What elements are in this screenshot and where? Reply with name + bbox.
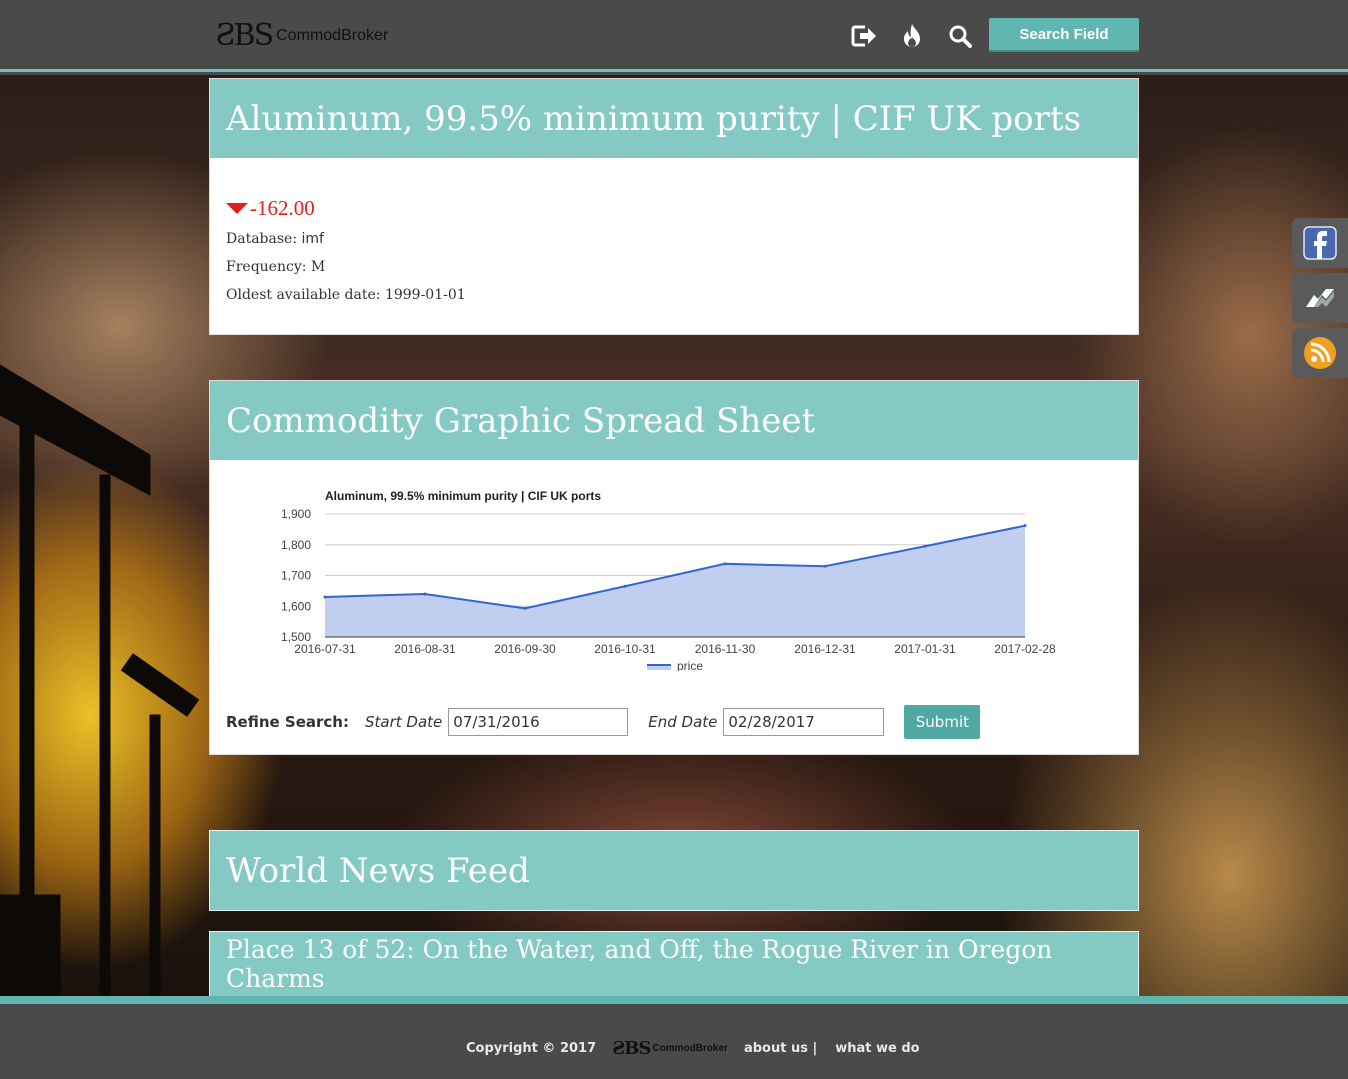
price-change: -162.00 [226,196,1122,221]
footer-logo-mark: ƧBS [612,1038,651,1059]
site-logo[interactable]: ƧBS CommodBroker [215,18,388,53]
x-tick-label: 2016-11-30 [695,642,756,656]
logo-text: CommodBroker [276,26,389,44]
chart-title: Aluminum, 99.5% minimum purity | CIF UK … [325,489,601,503]
refine-search-form: Refine Search: Start Date End Date Submi… [226,705,981,739]
copyright-text: Copyright © 2017 [466,1041,597,1056]
database-value: imf [301,231,324,247]
price-chart: Aluminum, 99.5% minimum purity | CIF UK … [210,461,1138,673]
legend-label: price [677,659,703,671]
trend-icon [1306,289,1334,307]
chart-link-button[interactable] [1292,273,1348,323]
commodity-title: Aluminum, 99.5% minimum purity | CIF UK … [210,79,1138,158]
down-arrow-icon [226,203,248,214]
start-date-label: Start Date [364,713,443,731]
price-area [325,525,1025,637]
logout-icon[interactable] [850,22,878,50]
header-icons [850,22,974,50]
x-tick-label: 2016-12-31 [794,642,856,656]
database-row: Database: imf [226,229,1122,249]
data-point [323,595,327,599]
site-footer: Copyright © 2017 ƧBS CommodBroker about … [0,996,1348,1079]
x-tick-label: 2016-09-30 [494,642,556,656]
search-field-button[interactable]: Search Field [989,18,1139,52]
frequency-label: Frequency: [226,259,307,275]
x-tick-label: 2016-07-31 [294,642,356,656]
data-point [923,544,927,548]
data-point [623,584,627,588]
spreadsheet-title: Commodity Graphic Spread Sheet [210,381,1138,460]
start-date-input[interactable] [448,708,629,736]
oil-derrick-silhouette [0,364,200,997]
data-point [523,606,527,610]
commodity-info-panel: Aluminum, 99.5% minimum purity | CIF UK … [209,78,1139,335]
y-tick-label: 1,700 [281,569,311,583]
search-icon[interactable] [946,22,974,50]
refine-search-label: Refine Search: [226,713,349,731]
frequency-row: Frequency: M [226,257,1122,277]
facebook-button[interactable] [1292,218,1348,268]
news-feed-title: World News Feed [226,850,530,891]
news-item[interactable]: Place 13 of 52: On the Water, and Off, t… [209,931,1139,997]
facebook-icon [1303,226,1337,260]
y-tick-label: 1,800 [281,538,311,552]
news-item-title[interactable]: Place 13 of 52: On the Water, and Off, t… [210,932,1138,996]
price-chart-svg: Aluminum, 99.5% minimum purity | CIF UK … [281,489,1056,673]
fire-icon[interactable] [898,22,926,50]
rss-button[interactable] [1292,328,1348,378]
data-point [423,592,427,596]
logo-mark: ƧBS [215,18,274,53]
oldest-date-row: Oldest available date: 1999-01-01 [226,285,1122,305]
site-header: ƧBS CommodBroker Search Field [0,0,1348,72]
x-tick-label: 2016-10-31 [594,642,656,656]
rss-icon [1304,337,1336,369]
about-us-link[interactable]: about us | [744,1041,817,1056]
spreadsheet-panel: Commodity Graphic Spread Sheet Aluminum,… [209,380,1139,755]
data-point [723,562,727,566]
data-point [823,564,827,568]
end-date-label: End Date [648,713,718,731]
y-tick-label: 1,600 [281,599,311,613]
end-date-input[interactable] [723,708,885,736]
news-feed-panel: World News Feed [209,830,1139,911]
what-we-do-link[interactable]: what we do [835,1041,919,1056]
price-change-value: -162.00 [250,196,315,220]
x-tick-label: 2016-08-31 [394,642,456,656]
submit-button[interactable]: Submit [904,705,981,739]
footer-logo-text: CommodBroker [652,1043,728,1054]
oldest-date-label: Oldest available date: [226,287,381,303]
footer-logo[interactable]: ƧBS CommodBroker [612,1038,728,1059]
oldest-date-value: 1999-01-01 [384,287,466,303]
x-tick-label: 2017-02-28 [994,642,1056,656]
data-point [1023,524,1027,528]
database-label: Database: [226,231,298,247]
x-tick-label: 2017-01-31 [894,642,956,656]
y-tick-label: 1,900 [281,507,311,521]
frequency-value: M [310,259,326,275]
